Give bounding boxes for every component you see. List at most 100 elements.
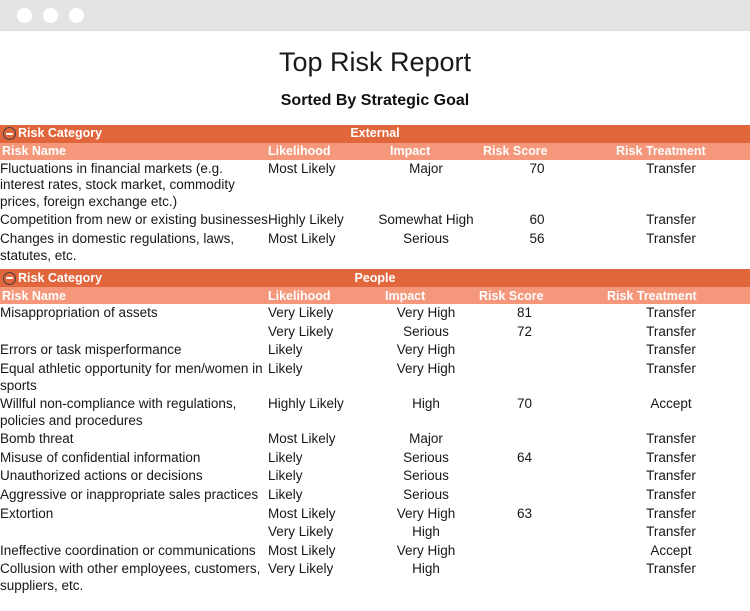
cell-likelihood: Very Likely: [268, 305, 334, 321]
table-row[interactable]: Misappropriation of assets Very Likely Ver…: [0, 304, 750, 323]
cell-impact: Serious: [403, 449, 449, 465]
cell-risk-treatment: Transfer: [646, 212, 696, 228]
cell-risk-treatment: Transfer: [646, 561, 696, 577]
cell-risk-treatment: Accept: [650, 396, 692, 412]
cell-risk-treatment: Accept: [650, 542, 692, 558]
cell-risk-name: Collusion with other employees, customer…: [0, 561, 261, 594]
cell-likelihood: Very Likely: [268, 323, 334, 339]
risk-table-external: Fluctuations in financial markets (e.g. …: [0, 160, 750, 266]
cell-risk-name: Misappropriation of assets: [0, 305, 158, 321]
cell-likelihood: Likely: [268, 468, 303, 484]
window-dot-3[interactable]: [69, 7, 84, 23]
cell-risk-score: [482, 430, 592, 449]
cell-risk-score: [482, 542, 592, 561]
cell-impact: Serious: [403, 487, 449, 503]
column-header-risk-score[interactable]: Risk Score: [479, 289, 544, 302]
table-row[interactable]: Collusion with other employees, customer…: [0, 560, 750, 595]
table-row[interactable]: Competition from new or existing busines…: [0, 211, 750, 230]
cell-risk-score: 70: [529, 160, 545, 176]
cell-impact: Very High: [396, 342, 456, 358]
cell-risk-treatment: Transfer: [646, 230, 696, 246]
category-label: Risk Category: [18, 270, 103, 285]
table-row[interactable]: Ineffective coordination or communicatio…: [0, 542, 750, 561]
column-header-risk-treatment[interactable]: Risk Treatment: [616, 145, 706, 158]
cell-impact: Somewhat High: [378, 212, 474, 228]
table-row[interactable]: Fluctuations in financial markets (e.g. …: [0, 160, 750, 212]
cell-impact: Very High: [396, 360, 456, 376]
cell-risk-name: Willful non-compliance with regulations,…: [0, 396, 237, 428]
table-row[interactable]: Misuse of confidential information Likely…: [0, 449, 750, 468]
column-header-risk-name[interactable]: Risk Name: [2, 289, 66, 302]
cell-risk-treatment: Transfer: [646, 524, 696, 540]
risk-table-people: Misappropriation of assets Very Likely Ver…: [0, 304, 750, 596]
minus-circle-icon[interactable]: [3, 271, 16, 285]
window-titlebar: [0, 0, 750, 31]
cell-risk-treatment: Transfer: [646, 449, 696, 465]
cell-impact: Serious: [403, 323, 449, 339]
table-row[interactable]: Very Likely Serious 72 Transfer: [0, 323, 750, 342]
column-header-row-external: Risk Name Likelihood Impact Risk Score Risk …: [0, 142, 750, 160]
window-dot-1[interactable]: [17, 7, 32, 23]
cell-likelihood: Likely: [268, 360, 303, 376]
cell-impact: Very High: [396, 305, 456, 321]
category-value: People: [354, 270, 396, 285]
table-row[interactable]: Very Likely High Transfer: [0, 523, 750, 542]
cell-impact: Serious: [403, 230, 449, 246]
cell-risk-treatment: Transfer: [646, 323, 696, 339]
cell-risk-score: [482, 486, 592, 505]
cell-risk-treatment: Transfer: [646, 487, 696, 503]
cell-risk-treatment: Transfer: [646, 505, 696, 521]
column-header-impact[interactable]: Impact: [390, 145, 430, 158]
cell-risk-score: 81: [517, 305, 533, 321]
table-row[interactable]: Willful non-compliance with regulations,…: [0, 395, 750, 430]
cell-risk-name: Aggressive or inappropriate sales practi…: [0, 487, 259, 503]
column-header-risk-score[interactable]: Risk Score: [483, 145, 548, 158]
cell-risk-name: Ineffective coordination or communicatio…: [0, 542, 256, 558]
table-row[interactable]: Changes in domestic regulations, laws, s…: [0, 230, 750, 265]
window-dot-2[interactable]: [43, 7, 58, 23]
cell-risk-name: Errors or task misperformance: [0, 342, 182, 358]
cell-risk-name: Competition from new or existing busines…: [0, 212, 268, 228]
cell-likelihood: Likely: [268, 487, 303, 503]
cell-risk-treatment: Transfer: [646, 431, 696, 447]
category-value: External: [350, 126, 400, 141]
application-window: Top Risk Report Sorted By Strategic Goal…: [0, 0, 750, 611]
table-row[interactable]: Unauthorized actions or decisions Likely S…: [0, 467, 750, 486]
column-header-likelihood[interactable]: Likelihood: [268, 145, 331, 158]
cell-risk-score: [482, 523, 592, 542]
cell-risk-treatment: Transfer: [646, 468, 696, 484]
category-band-external[interactable]: Risk Category External: [0, 124, 750, 143]
table-row[interactable]: Bomb threat Most Likely Major Transfer: [0, 430, 750, 449]
cell-risk-score: 70: [517, 396, 533, 412]
category-band-people[interactable]: Risk Category People: [0, 269, 750, 288]
cell-likelihood: Most Likely: [268, 505, 336, 521]
table-row[interactable]: Aggressive or inappropriate sales practi…: [0, 486, 750, 505]
table-row[interactable]: Equal athletic opportunity for men/women…: [0, 360, 750, 395]
category-label: Risk Category: [18, 126, 103, 141]
table-row[interactable]: Extortion Most Likely Very High 63 Transfer: [0, 505, 750, 524]
cell-risk-name: Changes in domestic regulations, laws, s…: [0, 230, 235, 263]
cell-likelihood: Highly Likely: [268, 396, 344, 412]
cell-risk-name: Misuse of confidential information: [0, 449, 201, 465]
column-header-impact[interactable]: Impact: [385, 289, 425, 302]
column-header-risk-treatment[interactable]: Risk Treatment: [607, 289, 697, 302]
cell-likelihood: Most Likely: [268, 431, 336, 447]
table-row[interactable]: Errors or task misperformance Likely Very …: [0, 341, 750, 360]
minus-circle-icon[interactable]: [3, 127, 16, 141]
cell-likelihood: Most Likely: [268, 160, 336, 176]
page-title: Top Risk Report: [278, 47, 472, 77]
cell-impact: High: [412, 396, 440, 412]
cell-risk-score: 63: [517, 505, 533, 521]
cell-likelihood: Most Likely: [268, 542, 336, 558]
column-header-risk-name[interactable]: Risk Name: [2, 145, 66, 158]
cell-risk-score: 64: [517, 449, 533, 465]
cell-risk-name: Extortion: [0, 505, 54, 521]
cell-risk-treatment: Transfer: [646, 305, 696, 321]
cell-risk-score: [482, 360, 592, 395]
cell-impact: High: [412, 524, 440, 540]
cell-risk-score: [482, 341, 592, 360]
cell-risk-score: [482, 467, 592, 486]
cell-likelihood: Most Likely: [268, 230, 336, 246]
column-header-likelihood[interactable]: Likelihood: [268, 289, 331, 302]
cell-risk-score: 56: [529, 230, 545, 246]
